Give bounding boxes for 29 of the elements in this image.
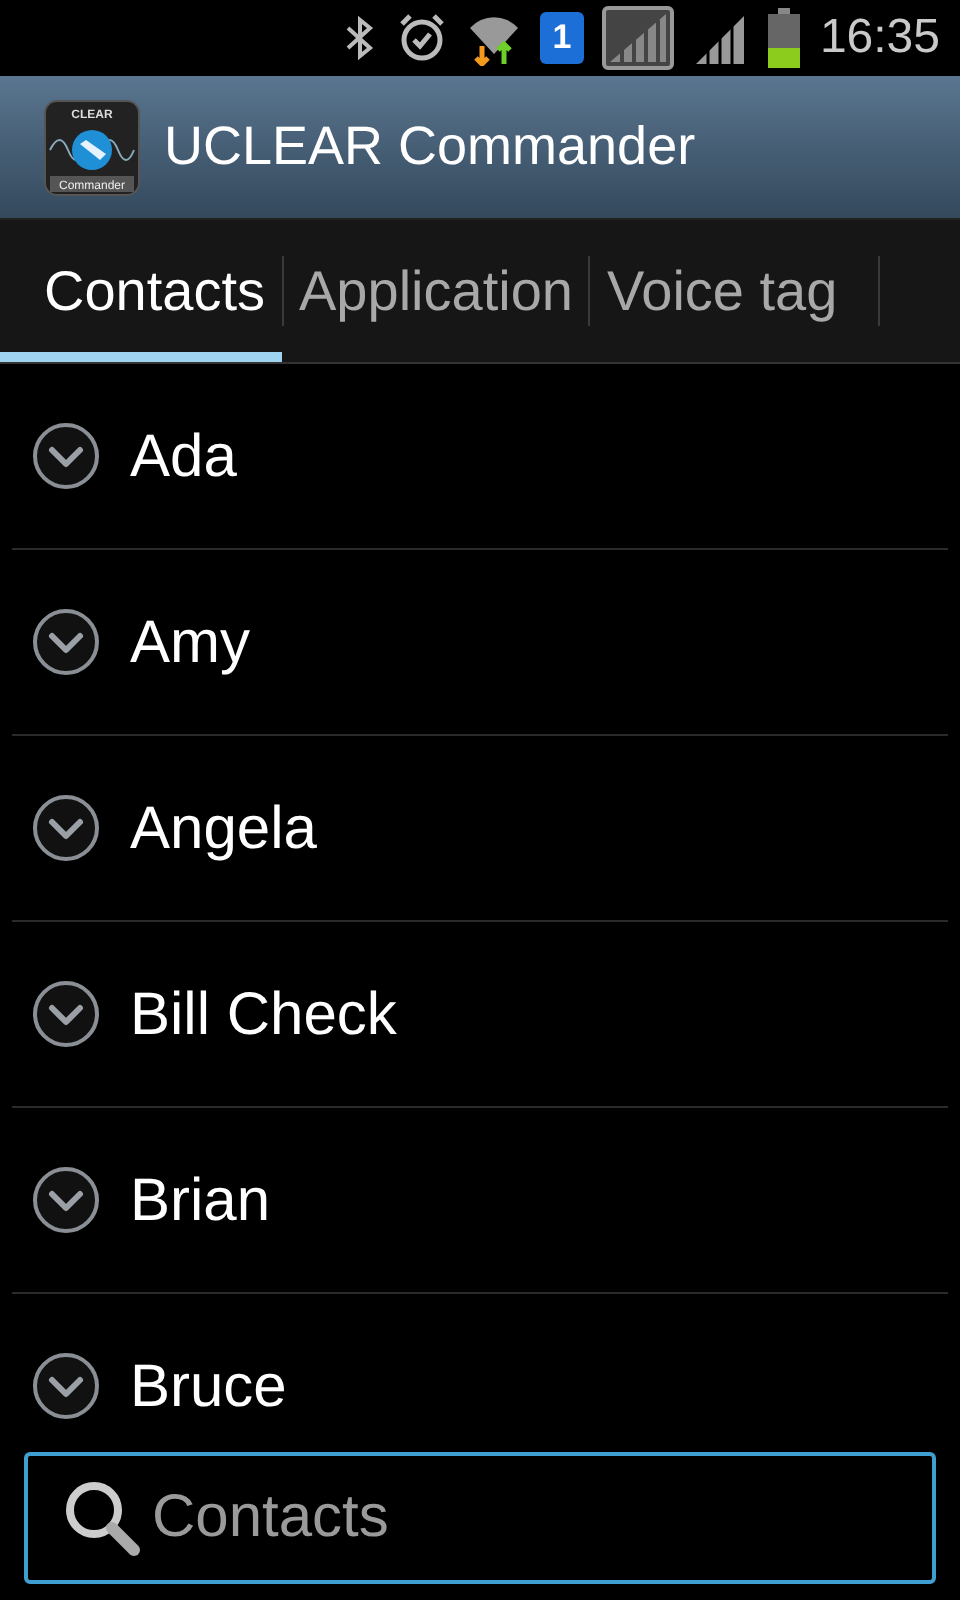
signal-icon bbox=[601, 6, 674, 70]
search-field[interactable]: Contacts bbox=[24, 1452, 936, 1584]
contact-row[interactable]: Brian bbox=[12, 1108, 948, 1294]
contact-name: Angela bbox=[130, 793, 317, 865]
expand-icon[interactable] bbox=[32, 1166, 100, 1234]
app-title: UCLEAR Commander bbox=[164, 114, 696, 181]
contact-row[interactable]: Ada bbox=[12, 364, 948, 550]
contact-name: Brian bbox=[130, 1165, 271, 1237]
contact-row[interactable]: Amy bbox=[12, 550, 948, 736]
search-icon bbox=[60, 1476, 144, 1560]
contact-name: Bill Check bbox=[130, 979, 397, 1051]
sim-badge: 1 bbox=[539, 12, 584, 64]
expand-icon[interactable] bbox=[32, 980, 100, 1048]
battery-icon bbox=[765, 8, 802, 68]
expand-icon[interactable] bbox=[32, 1352, 100, 1420]
expand-icon[interactable] bbox=[32, 608, 100, 676]
expand-icon[interactable] bbox=[32, 794, 100, 862]
tab[interactable]: Voice tag bbox=[590, 220, 854, 362]
clock: 16:35 bbox=[819, 8, 940, 68]
alarm-icon bbox=[395, 12, 448, 64]
tab[interactable]: Contacts bbox=[0, 220, 281, 362]
contact-name: Ada bbox=[130, 421, 237, 493]
contact-row[interactable]: Angela bbox=[12, 736, 948, 922]
tab[interactable]: Application bbox=[283, 220, 589, 362]
contact-name: Amy bbox=[130, 607, 250, 679]
expand-icon[interactable] bbox=[32, 422, 100, 490]
contact-name: Bruce bbox=[130, 1351, 287, 1423]
contact-row[interactable]: Bill Check bbox=[12, 922, 948, 1108]
bluetooth-icon bbox=[341, 14, 378, 62]
